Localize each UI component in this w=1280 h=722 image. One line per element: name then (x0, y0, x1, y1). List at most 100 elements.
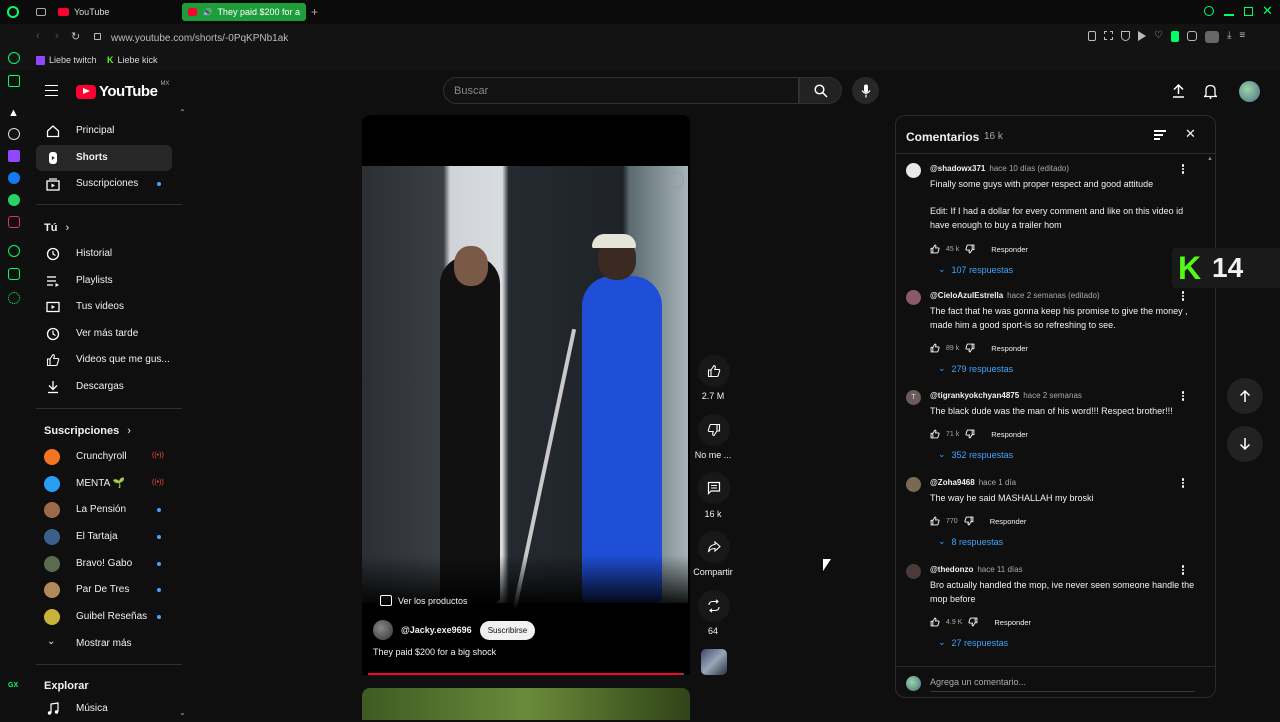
thumbs-up-icon[interactable] (930, 244, 940, 254)
sidebar-channel-crunchyroll[interactable]: Crunchyroll ((•)) (36, 444, 172, 470)
sidebar-section-subscriptions[interactable]: Suscripciones › (44, 425, 131, 437)
reply-button[interactable]: Responder (994, 618, 1031, 627)
minimize-button[interactable] (1224, 14, 1234, 16)
sidebar-channel-guibel-resenas[interactable]: Guibel Reseñas (36, 604, 172, 630)
speaker-icon[interactable]: 🔊 (202, 8, 212, 17)
account-avatar[interactable] (1239, 81, 1260, 102)
sidebar-scroll-up-icon[interactable]: ⌃ (179, 108, 186, 117)
view-replies-button[interactable]: ⌄ 107 respuestas (938, 264, 1013, 275)
comments-button[interactable] (698, 472, 730, 504)
extension-green-icon[interactable] (1170, 31, 1179, 42)
maximize-button[interactable] (1244, 7, 1253, 16)
sidebar-channel-menta[interactable]: MENTA 🌱 ((•)) (36, 471, 172, 497)
reply-button[interactable]: Responder (991, 245, 1028, 254)
previous-short-button[interactable] (1227, 378, 1263, 414)
close-window-button[interactable]: ✕ (1262, 3, 1273, 19)
shield-icon[interactable] (1121, 31, 1130, 41)
player-icon[interactable] (1138, 31, 1146, 41)
reply-button[interactable]: Responder (990, 517, 1027, 526)
next-short-button[interactable] (1227, 426, 1263, 462)
profile-avatar[interactable] (1204, 31, 1219, 43)
channel-name[interactable]: @Jacky.exe9696 (401, 625, 472, 635)
sidebar-channel-el-tartaja[interactable]: El Tartaja (36, 524, 172, 550)
url-field[interactable]: www.youtube.com/shorts/-0PqKPNb1ak (111, 33, 288, 44)
comment-author[interactable]: @thedonzo hace 11 días (930, 565, 1023, 574)
comment-avatar[interactable] (906, 477, 921, 492)
sidebar-item-playlists[interactable]: Playlists (36, 268, 172, 294)
progress-track[interactable] (368, 673, 684, 675)
gx-logo-icon[interactable]: GX (8, 682, 18, 689)
sidebar-item-descargas[interactable]: Descargas (36, 374, 172, 400)
thumbs-down-icon[interactable] (964, 516, 974, 526)
new-tab-button[interactable]: + (311, 5, 318, 19)
twitch-icon[interactable] (8, 150, 20, 162)
like-button[interactable] (698, 355, 730, 387)
shop-products-button[interactable]: Ver los productos (380, 595, 468, 606)
sort-icon[interactable] (1154, 130, 1166, 140)
gx-settings-icon[interactable] (8, 292, 20, 304)
search-tabs-icon[interactable] (1204, 6, 1214, 16)
comment-avatar[interactable] (906, 163, 921, 178)
notifications-bell-icon[interactable] (1204, 84, 1217, 99)
thumbs-down-icon[interactable] (968, 617, 978, 627)
share-button[interactable] (698, 531, 730, 563)
thumbs-up-icon[interactable] (930, 516, 940, 526)
tab-short-active[interactable]: 🔊 They paid $200 for a (182, 3, 306, 21)
thumbs-down-icon[interactable] (965, 244, 975, 254)
thumbs-down-icon[interactable] (965, 343, 975, 353)
sidebar-item-ver-mas-tarde[interactable]: Ver más tarde (36, 321, 172, 347)
instagram-icon[interactable] (8, 216, 20, 228)
comment-menu-icon[interactable] (1178, 477, 1188, 491)
tab-overview-icon[interactable] (36, 8, 46, 16)
sidebar-channel-par-de-tres[interactable]: Par De Tres (36, 577, 172, 603)
bookmark-twitch[interactable]: Liebe twitch (36, 55, 97, 65)
sidebar-item-tus-videos[interactable]: Tus videos (36, 294, 172, 320)
download-icon[interactable]: ⤓ (1227, 31, 1231, 43)
comment-avatar[interactable]: T (906, 390, 921, 405)
hamburger-menu-icon[interactable] (45, 85, 58, 96)
comment-menu-icon[interactable] (1178, 290, 1188, 304)
messenger-icon[interactable] (8, 172, 20, 184)
search-input[interactable]: Buscar (443, 77, 799, 104)
comment-author[interactable]: @tigrankyokchyan4875 hace 2 semanas (930, 391, 1082, 400)
sidebar-item-principal[interactable]: Principal (36, 118, 172, 144)
sidebar-item-historial[interactable]: Historial (36, 241, 172, 267)
sidebar-scroll-down-icon[interactable]: ⌄ (179, 708, 186, 717)
comment-menu-icon[interactable] (1178, 564, 1188, 578)
comment-menu-icon[interactable] (1178, 163, 1188, 177)
forward-icon[interactable]: › (55, 30, 59, 42)
snapshot-icon[interactable] (1104, 31, 1113, 40)
search-button[interactable] (799, 77, 842, 104)
thumbs-up-icon[interactable] (930, 343, 940, 353)
youtube-logo[interactable]: YouTube MX (76, 81, 169, 100)
next-short-preview[interactable] (362, 688, 690, 720)
tab-youtube[interactable]: YouTube (52, 3, 176, 21)
remix-button[interactable] (698, 590, 730, 622)
sidebar-item-suscripciones[interactable]: Suscripciones (36, 171, 172, 197)
kick-notification-overlay[interactable]: K 14 (1172, 248, 1280, 288)
whatsapp-icon[interactable] (8, 194, 20, 206)
gx-extensions-icon[interactable] (8, 268, 20, 280)
thumbs-down-icon[interactable] (965, 429, 975, 439)
view-replies-button[interactable]: ⌄ 279 respuestas (938, 363, 1013, 374)
comment-avatar[interactable] (906, 290, 921, 305)
gx-history-icon[interactable] (8, 245, 20, 257)
sidebar-channel-la-pension[interactable]: La Pensión (36, 497, 172, 523)
voice-search-button[interactable] (852, 77, 879, 104)
sidebar-channel-bravo-gabo[interactable]: Bravo! Gabo (36, 551, 172, 577)
channel-avatar[interactable] (373, 620, 393, 640)
comment-author[interactable]: @shadowx371 hace 10 días (editado) (930, 164, 1069, 173)
sidebar-section-you[interactable]: Tú › (44, 222, 69, 234)
sidebar-item-liked-videos[interactable]: Videos que me gus... (36, 347, 172, 373)
comments-scrollbar[interactable]: ▲ (1207, 156, 1213, 661)
gx-control-icon[interactable] (8, 52, 20, 64)
back-icon[interactable]: ‹ (36, 30, 40, 42)
sidebar-item-shorts[interactable]: Shorts (36, 145, 172, 171)
dislike-button[interactable] (698, 414, 730, 446)
view-replies-button[interactable]: ⌄ 352 respuestas (938, 449, 1013, 460)
thumbs-up-icon[interactable] (930, 617, 940, 627)
sidebar-item-musica[interactable]: Música (36, 696, 172, 722)
audio-source-thumbnail[interactable] (701, 649, 727, 675)
reply-button[interactable]: Responder (991, 430, 1028, 439)
close-comments-icon[interactable]: ✕ (1185, 126, 1196, 142)
